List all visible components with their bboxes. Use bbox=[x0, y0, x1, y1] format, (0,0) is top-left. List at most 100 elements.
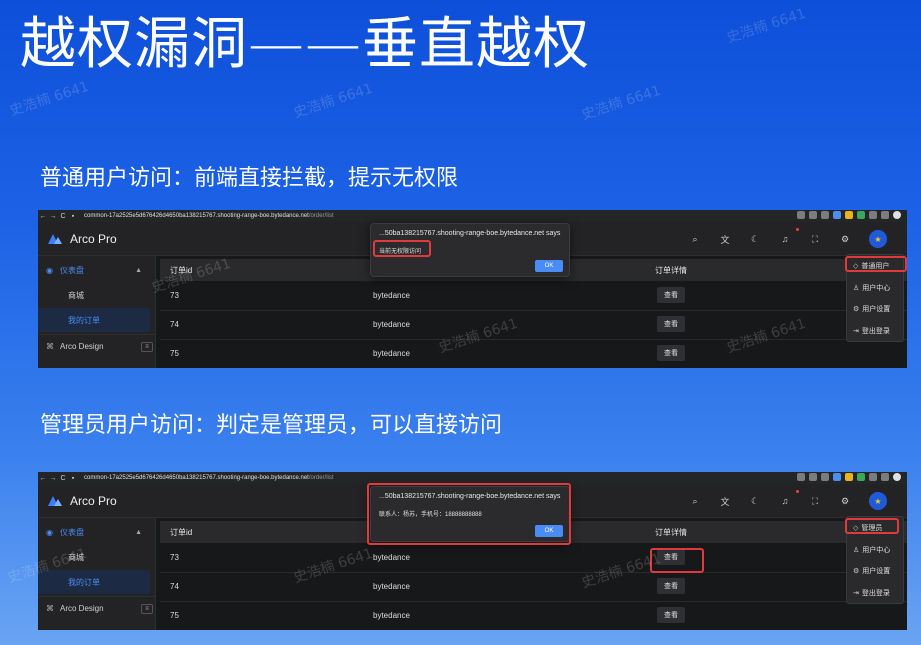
view-button[interactable]: 查看 bbox=[657, 549, 685, 565]
puzzle-icon[interactable] bbox=[869, 473, 877, 481]
avatar[interactable]: ★ bbox=[869, 230, 887, 248]
sidebar-item-label: 商城 bbox=[68, 552, 84, 562]
forward-icon[interactable]: → bbox=[48, 475, 58, 482]
sidebar-item-label: 我的订单 bbox=[68, 315, 100, 325]
puzzle-icon[interactable] bbox=[869, 211, 877, 219]
navbar-tools: ⌕ 文 ☾ ♫ ⛶ ⚙ ★ bbox=[689, 492, 887, 510]
column-header-order-detail: 订单详情 bbox=[655, 528, 687, 537]
avatar[interactable]: ★ bbox=[869, 492, 887, 510]
fullscreen-icon[interactable]: ⛶ bbox=[809, 234, 821, 245]
dialog-ok-button[interactable]: OK bbox=[535, 260, 563, 272]
menu-item-user-settings[interactable]: ⚙ 用户设置 bbox=[853, 566, 890, 576]
reload-icon[interactable]: C bbox=[58, 475, 68, 482]
caption-normal-user: 普通用户访问：前端直接拦截，提示无权限 bbox=[40, 166, 459, 191]
menu-item-user-center[interactable]: ♙ 用户中心 bbox=[853, 283, 890, 293]
settings-icon: ⚙ bbox=[853, 306, 860, 313]
sidebar-item-arco-design[interactable]: ⌘ Arco Design ≡ bbox=[38, 596, 156, 620]
menu-item-user-settings[interactable]: ⚙ 用户设置 bbox=[853, 304, 890, 314]
order-id-cell: 73 bbox=[170, 291, 179, 300]
back-icon[interactable]: ← bbox=[38, 475, 48, 482]
chevron-up-icon: ▲ bbox=[135, 266, 142, 274]
bell-icon[interactable]: ♫ bbox=[779, 234, 791, 244]
reload-icon[interactable]: C bbox=[58, 213, 68, 220]
settings-icon[interactable]: ⚙ bbox=[839, 234, 851, 245]
sidebar-item-my-orders[interactable]: 我的订单 bbox=[38, 570, 150, 594]
search-icon[interactable]: ⌕ bbox=[689, 496, 701, 507]
view-button[interactable]: 查看 bbox=[657, 345, 685, 361]
menu-item-label: 用户中心 bbox=[862, 285, 891, 292]
collapse-menu-icon[interactable]: ≡ bbox=[141, 603, 153, 614]
extension-icons bbox=[797, 211, 901, 219]
star-icon[interactable] bbox=[821, 473, 829, 481]
extension-icon[interactable] bbox=[857, 211, 865, 219]
menu-item-role[interactable]: ◇ 普通用户 bbox=[853, 261, 889, 271]
chevron-up-icon: ▲ bbox=[135, 528, 142, 536]
caption-admin-user: 管理员用户访问：判定是管理员，可以直接访问 bbox=[40, 413, 503, 438]
logout-icon: ⇥ bbox=[853, 328, 859, 335]
theme-moon-icon[interactable]: ☾ bbox=[749, 496, 761, 507]
url-path: /order/list bbox=[308, 475, 334, 481]
dashboard-icon: ◉ bbox=[46, 265, 53, 275]
sidepanel-icon[interactable] bbox=[881, 473, 889, 481]
view-button[interactable]: 查看 bbox=[657, 316, 685, 332]
extension-icon[interactable] bbox=[857, 473, 865, 481]
table-row: 74 bytedance 查看 bbox=[160, 311, 907, 340]
bell-icon[interactable]: ♫ bbox=[779, 496, 791, 506]
back-icon[interactable]: ← bbox=[38, 213, 48, 220]
language-icon[interactable]: 文 bbox=[719, 233, 731, 246]
collapse-menu-icon[interactable]: ≡ bbox=[141, 341, 153, 352]
menu-item-user-center[interactable]: ♙ 用户中心 bbox=[853, 545, 890, 555]
profile-icon[interactable] bbox=[893, 211, 901, 219]
sidepanel-icon[interactable] bbox=[881, 211, 889, 219]
watermark: 史浩楠 6641 bbox=[579, 82, 663, 124]
search-icon[interactable]: ⌕ bbox=[689, 234, 701, 245]
extension-icon[interactable] bbox=[845, 473, 853, 481]
arco-logo-icon bbox=[48, 495, 64, 507]
sidebar-item-dashboard[interactable]: ◉ 仪表盘 ▲ bbox=[38, 258, 156, 282]
sidebar-item-my-orders[interactable]: 我的订单 bbox=[38, 308, 150, 332]
extension-icon[interactable] bbox=[833, 211, 841, 219]
address-bar[interactable]: common-17a2525e5d676426d4650ba138215767.… bbox=[84, 213, 334, 219]
view-button[interactable]: 查看 bbox=[657, 607, 685, 623]
share-icon[interactable] bbox=[809, 473, 817, 481]
theme-moon-icon[interactable]: ☾ bbox=[749, 234, 761, 245]
extension-icon[interactable] bbox=[833, 473, 841, 481]
sidebar-item-label: 仪表盘 bbox=[60, 265, 84, 275]
view-button[interactable]: 查看 bbox=[657, 287, 685, 303]
column-header-order-detail: 订单详情 bbox=[655, 266, 687, 275]
tag-icon: ◇ bbox=[853, 525, 859, 532]
url-path: /order/list bbox=[308, 213, 334, 219]
sidebar-item-arco-design[interactable]: ⌘ Arco Design ≡ bbox=[38, 334, 156, 358]
brand-logo[interactable]: Arco Pro bbox=[48, 232, 117, 246]
menu-item-role[interactable]: ◇ 管理员 bbox=[853, 523, 882, 533]
dialog-message: 联系人：杨苏，手机号：18888888888 bbox=[379, 512, 482, 518]
alert-dialog: ...50ba138215767.shooting-range-boe.byte… bbox=[370, 486, 570, 542]
star-icon[interactable] bbox=[821, 211, 829, 219]
dialog-message: 当前无权限访问 bbox=[379, 249, 422, 255]
order-id-cell: 73 bbox=[170, 553, 179, 562]
view-button[interactable]: 查看 bbox=[657, 578, 685, 594]
menu-item-logout[interactable]: ⇥ 登出登录 bbox=[853, 326, 890, 336]
share-icon[interactable] bbox=[809, 211, 817, 219]
sidebar-item-mall[interactable]: 商城 bbox=[38, 283, 156, 307]
sidebar-item-mall[interactable]: 商城 bbox=[38, 545, 156, 569]
dialog-ok-button[interactable]: OK bbox=[535, 525, 563, 537]
dashboard-icon: ◉ bbox=[46, 527, 53, 537]
key-icon[interactable] bbox=[797, 211, 805, 219]
menu-item-logout[interactable]: ⇥ 登出登录 bbox=[853, 588, 890, 598]
browser-toolbar: ← → C ▪ common-17a2525e5d676426d4650ba13… bbox=[38, 472, 907, 484]
key-icon[interactable] bbox=[797, 473, 805, 481]
sidebar: ◉ 仪表盘 ▲ 商城 我的订单 ⌘ Arco Design ≡ bbox=[38, 518, 156, 630]
sidebar-item-dashboard[interactable]: ◉ 仪表盘 ▲ bbox=[38, 520, 156, 544]
profile-icon[interactable] bbox=[893, 473, 901, 481]
address-bar[interactable]: common-17a2525e5d676426d4650ba138215767.… bbox=[84, 475, 334, 481]
column-header-order-id: 订单id bbox=[170, 528, 193, 537]
brand-logo[interactable]: Arco Pro bbox=[48, 494, 117, 508]
order-name-cell: bytedance bbox=[373, 582, 410, 591]
forward-icon[interactable]: → bbox=[48, 213, 58, 220]
extension-icon[interactable] bbox=[845, 211, 853, 219]
fullscreen-icon[interactable]: ⛶ bbox=[809, 496, 821, 507]
settings-icon[interactable]: ⚙ bbox=[839, 496, 851, 507]
language-icon[interactable]: 文 bbox=[719, 495, 731, 508]
menu-item-label: 管理员 bbox=[861, 525, 883, 532]
